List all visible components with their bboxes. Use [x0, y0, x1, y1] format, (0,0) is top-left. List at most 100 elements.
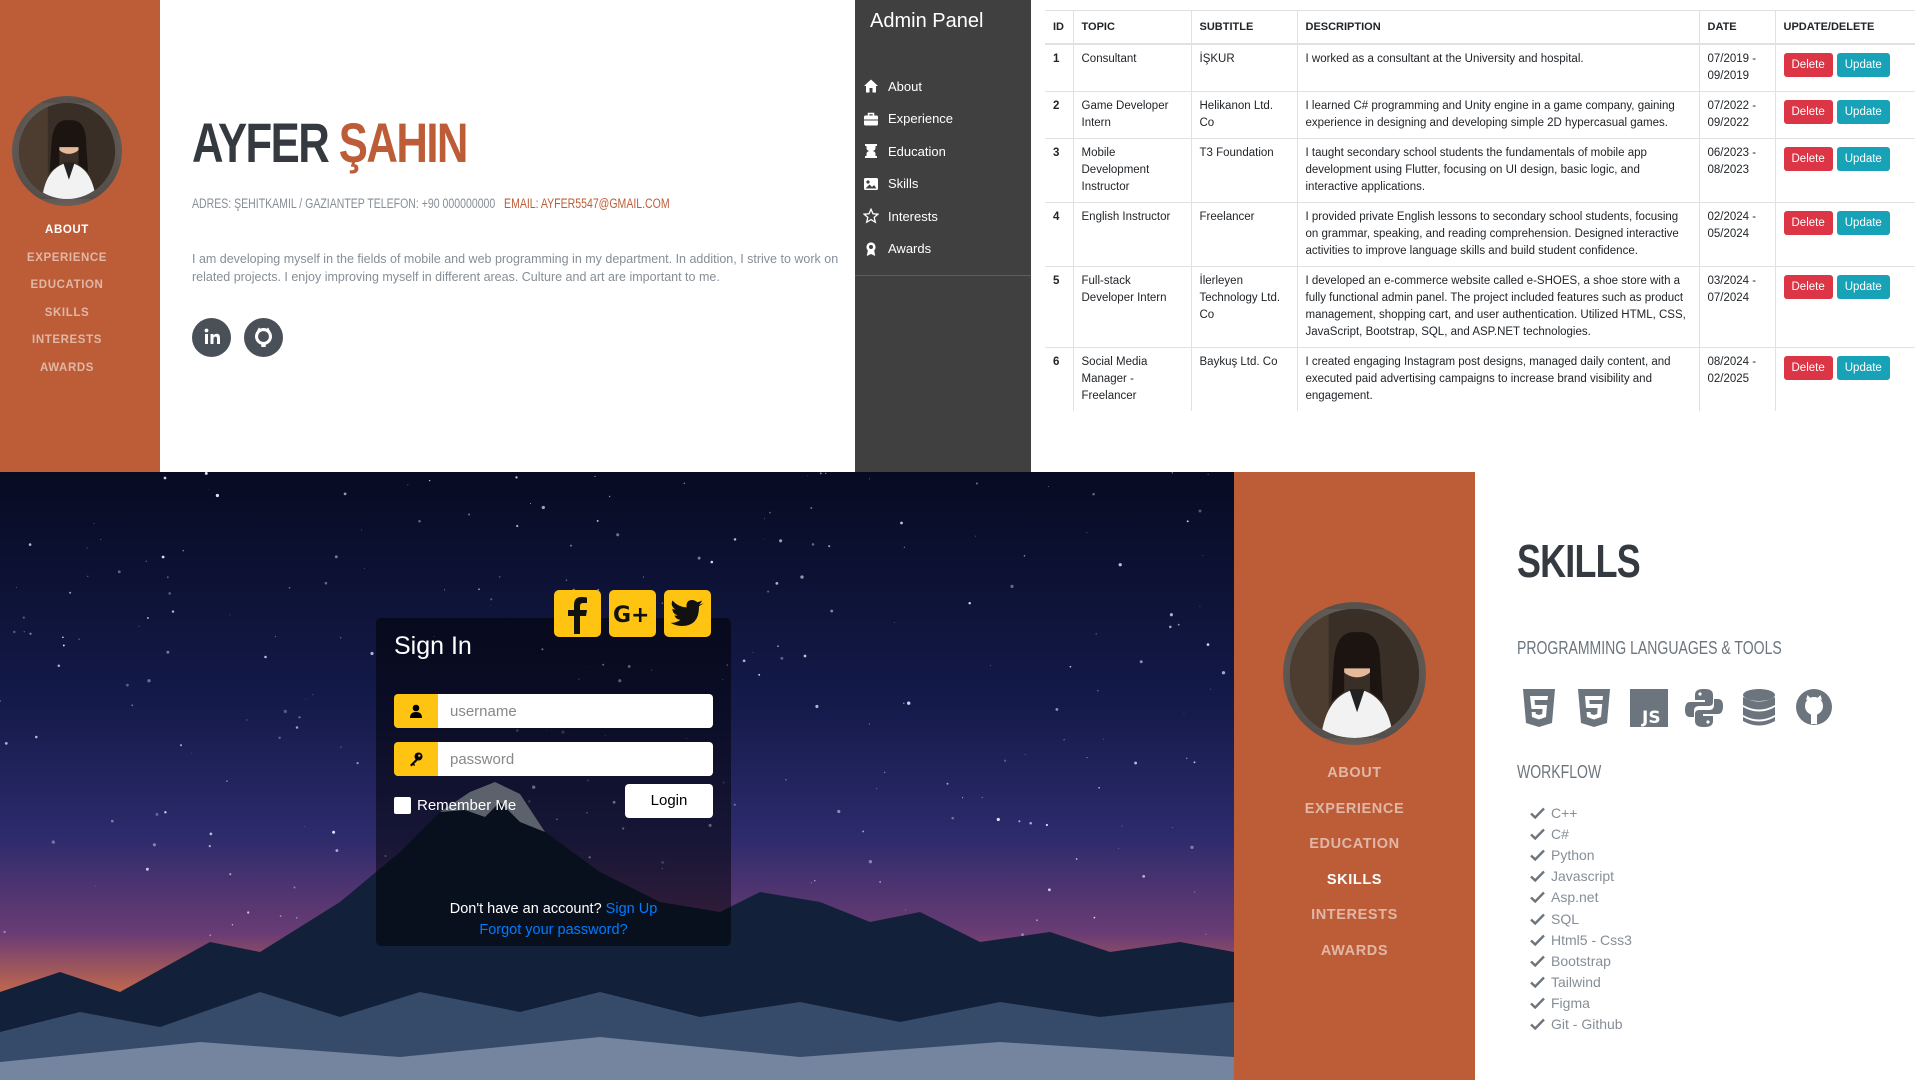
delete-button[interactable]: Delete [1783, 274, 1833, 299]
python-icon [1682, 686, 1726, 730]
admin-menu-interests[interactable]: Interests [855, 200, 1031, 233]
nav-item-awards[interactable]: AWARDS [1234, 941, 1475, 977]
admin-menu-education[interactable]: Education [855, 135, 1031, 168]
workflow-item-label: Python [1551, 846, 1595, 863]
remember-label: Remember Me [417, 797, 517, 814]
update-button[interactable]: Update [1836, 52, 1890, 77]
github-button[interactable] [244, 318, 283, 357]
graduation-icon [863, 143, 888, 159]
signup-prompt: Don't have an account? Sign Up [376, 901, 731, 917]
javascript-icon: JS [1627, 686, 1671, 730]
image-icon [863, 176, 888, 192]
css3-icon [1572, 686, 1616, 730]
star-icon [863, 208, 888, 224]
login-button[interactable]: Login [625, 784, 713, 818]
nav-item-experience[interactable]: EXPERIENCE [1234, 799, 1475, 835]
resume-name: AYFER ŞAHIN [192, 110, 468, 175]
cell-subtitle: T3 Foundation [1190, 137, 1297, 202]
cell-topic: English Instructor [1072, 201, 1191, 266]
admin-menu-about[interactable]: About [855, 70, 1031, 103]
nav-item-experience[interactable]: EXPERIENCE [0, 250, 134, 278]
table-row: 6 Social Media Manager - Freelancer Baykuş… [1045, 346, 1915, 411]
update-button[interactable]: Update [1836, 146, 1890, 171]
remember-checkbox[interactable] [394, 797, 411, 814]
workflow-item-label: C++ [1551, 804, 1578, 821]
email-link[interactable]: EMAIL: AYFER5547@GMAIL.COM [504, 196, 670, 211]
update-button[interactable]: Update [1836, 274, 1890, 299]
update-button[interactable]: Update [1836, 99, 1890, 124]
workflow-item: Tailwind [1530, 972, 1632, 993]
username-input[interactable] [438, 694, 713, 728]
cell-date: 06/2023 - 08/2023 [1698, 137, 1775, 202]
workflow-item-label: Html5 - Css3 [1551, 931, 1632, 948]
github-icon [1792, 686, 1836, 730]
remember-me[interactable]: Remember Me [394, 797, 516, 814]
forgot-password-link[interactable]: Forgot your password? [376, 922, 731, 938]
admin-menu-skills[interactable]: Skills [855, 168, 1031, 201]
nav-item-skills[interactable]: SKILLS [0, 305, 134, 333]
column-header-update-delete: UPDATE/DELETE [1774, 10, 1915, 45]
tool-icons: JS [1517, 686, 1847, 730]
profile-avatar [1283, 602, 1426, 745]
nav-item-skills[interactable]: SKILLS [1234, 870, 1475, 906]
table-row: 2 Game Developer Intern Helikanon Ltd. Co I… [1045, 90, 1915, 138]
twitter-icon [670, 600, 704, 626]
workflow-item-label: Tailwind [1551, 974, 1601, 991]
update-button[interactable]: Update [1836, 355, 1890, 380]
cell-id: 2 [1045, 90, 1073, 138]
cell-description: I learned C# programming and Unity engin… [1296, 90, 1699, 138]
svg-text:JS: JS [1641, 708, 1661, 728]
nav-item-education[interactable]: EDUCATION [0, 277, 134, 305]
no-account-text: Don't have an account? [449, 901, 602, 917]
facebook-button[interactable] [554, 590, 601, 637]
google-plus-button[interactable]: G+ [609, 590, 656, 637]
svg-text:G+: G+ [613, 603, 650, 628]
nav-item-education[interactable]: EDUCATION [1234, 834, 1475, 870]
cell-subtitle: İŞKUR [1190, 43, 1297, 91]
signin-title: Sign In [394, 632, 472, 660]
twitter-button[interactable] [664, 590, 711, 637]
user-icon [394, 694, 438, 728]
profile-avatar [12, 96, 122, 206]
cell-actions: Delete Update [1774, 90, 1915, 138]
admin-menu-experience[interactable]: Experience [855, 103, 1031, 136]
admin-menu-awards[interactable]: Awards [855, 233, 1031, 266]
signup-link[interactable]: Sign Up [606, 901, 658, 917]
admin-sidebar: Admin Panel About Experience Education Skil… [855, 0, 1031, 472]
delete-button[interactable]: Delete [1783, 355, 1833, 380]
admin-title: Admin Panel [870, 10, 984, 32]
update-button[interactable]: Update [1836, 210, 1890, 235]
facebook-icon [568, 597, 587, 634]
github-icon [255, 327, 272, 347]
workflow-item-label: C# [1551, 825, 1569, 842]
cell-description: I developed an e-commerce website called… [1296, 265, 1699, 347]
workflow-heading: WORKFLOW [1517, 762, 1602, 782]
column-header-id: ID [1045, 10, 1073, 45]
delete-button[interactable]: Delete [1783, 52, 1833, 77]
workflow-item: Html5 - Css3 [1530, 929, 1632, 950]
cell-description: I created engaging Instagram post design… [1296, 346, 1699, 411]
nav-item-interests[interactable]: INTERESTS [1234, 905, 1475, 941]
table-body: 1 Consultant İŞKUR I worked as a consultant… [1045, 43, 1915, 411]
linkedin-button[interactable] [192, 318, 231, 357]
username-group [394, 694, 713, 728]
cell-topic: Full-stack Developer Intern [1072, 265, 1191, 347]
delete-button[interactable]: Delete [1783, 99, 1833, 124]
cell-date: 07/2022 - 09/2022 [1698, 90, 1775, 138]
languages-heading: PROGRAMMING LANGUAGES & TOOLS [1517, 638, 1782, 658]
nav-item-about[interactable]: ABOUT [0, 222, 134, 250]
nav-item-about[interactable]: ABOUT [1234, 763, 1475, 799]
password-input[interactable] [438, 742, 713, 776]
delete-button[interactable]: Delete [1783, 146, 1833, 171]
workflow-item: Python [1530, 844, 1632, 865]
experience-table: ID TOPIC SUBTITLE DESCRIPTION DATE UPDATE/DEL… [1045, 10, 1915, 411]
table-row: 3 Mobile Development Instructor T3 Foundat… [1045, 137, 1915, 202]
nav-item-awards[interactable]: AWARDS [0, 360, 134, 388]
nav-item-interests[interactable]: INTERESTS [0, 332, 134, 360]
workflow-item: C++ [1530, 802, 1632, 823]
skills-title: SKILLS [1517, 535, 1641, 587]
password-group [394, 742, 713, 776]
check-icon [1530, 955, 1551, 967]
delete-button[interactable]: Delete [1783, 210, 1833, 235]
workflow-item-label: Git - Github [1551, 1016, 1623, 1033]
